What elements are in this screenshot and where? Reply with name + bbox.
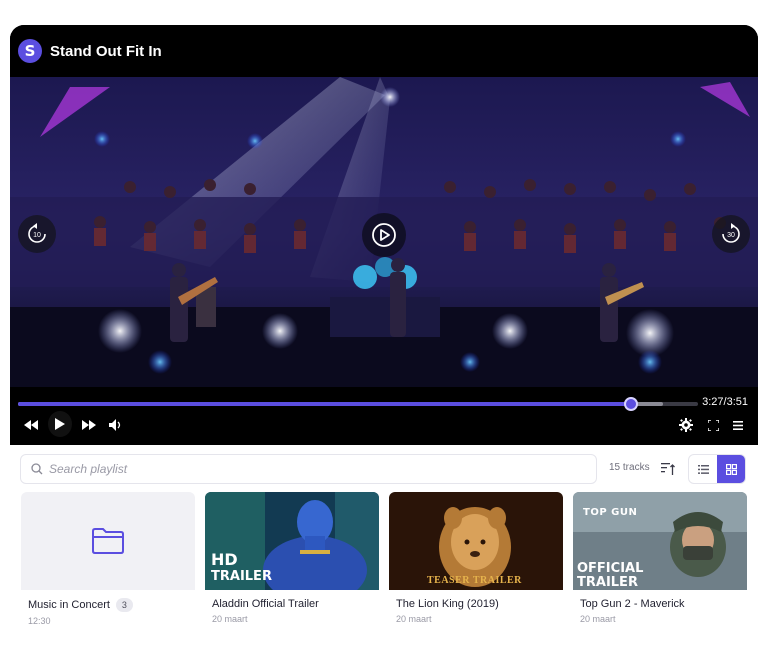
thumb-text-teaser: TEASER TRAILER <box>427 575 522 586</box>
rewind-button[interactable] <box>22 415 40 435</box>
video-thumbnail: TEASER TRAILER <box>389 492 563 590</box>
playlist-toolbar: 15 tracks <box>20 454 748 484</box>
thumb-text-official: OFFICIAL <box>577 561 644 576</box>
play-circle-icon <box>372 223 396 247</box>
video-player: S Stand Out Fit In 10 30 3:27/3:51 <box>10 25 758 445</box>
thumb-text-trailer: TRAILER <box>211 569 272 584</box>
skip-forward-30-button[interactable]: 30 <box>712 215 750 253</box>
card-subtitle: 12:30 <box>28 616 51 626</box>
app-logo: S <box>18 39 42 63</box>
playlist-card-lion-king[interactable]: TEASER TRAILER The Lion King (2019) 20 m… <box>389 492 563 624</box>
volume-icon <box>109 419 121 431</box>
progress-bar[interactable] <box>18 397 698 411</box>
skip-back-seconds: 10 <box>33 232 41 239</box>
progress-handle[interactable] <box>623 397 638 411</box>
play-button[interactable] <box>48 411 72 437</box>
fullscreen-button[interactable] <box>705 415 721 435</box>
player-controls: 3:27/3:51 <box>10 387 758 445</box>
card-subtitle: 20 maart <box>396 614 432 624</box>
skip-back-10-button[interactable]: 10 <box>18 215 56 253</box>
fast-forward-icon <box>82 420 96 430</box>
thumb-text-hd: HD <box>211 550 238 569</box>
search-input[interactable] <box>49 462 549 476</box>
fullscreen-icon <box>707 419 719 431</box>
menu-button[interactable] <box>730 415 746 435</box>
menu-icon <box>733 420 743 430</box>
search-icon <box>31 463 43 475</box>
rewind-10-icon: 10 <box>28 223 46 243</box>
playlist-card-aladdin[interactable]: HD TRAILER Aladdin Official Trailer 20 m… <box>205 492 379 624</box>
play-icon <box>55 418 65 430</box>
gear-icon <box>679 418 693 432</box>
playlist-title: Stand Out Fit In <box>50 42 162 60</box>
card-title: Aladdin Official Trailer <box>212 598 319 610</box>
playlist-card-folder[interactable]: Music in Concert 3 12:30 <box>21 492 195 626</box>
card-subtitle: 20 maart <box>580 614 616 624</box>
list-icon <box>697 464 709 474</box>
grid-view-button[interactable] <box>717 455 745 483</box>
card-title: Top Gun 2 - Maverick <box>580 598 685 610</box>
item-count-badge: 3 <box>115 598 133 612</box>
forward-30-icon: 30 <box>722 223 740 243</box>
video-frame[interactable]: 10 30 <box>10 77 758 387</box>
thumb-text-trailer: TRAILER <box>577 575 638 590</box>
card-subtitle: 20 maart <box>212 614 248 624</box>
playlist-card-top-gun[interactable]: TOP GUN OFFICIAL TRAILER Top Gun 2 - Mav… <box>573 492 747 624</box>
view-toggle <box>688 454 746 484</box>
thumb-text-top-gun: TOP GUN <box>583 507 638 518</box>
volume-button[interactable] <box>108 415 124 435</box>
sort-icon <box>661 463 675 475</box>
skip-forward-seconds: 30 <box>727 232 735 239</box>
time-display: 3:27/3:51 <box>702 396 748 408</box>
sort-button[interactable] <box>660 460 676 478</box>
card-title: Music in Concert <box>28 599 110 611</box>
list-view-button[interactable] <box>689 455 717 483</box>
fast-forward-button[interactable] <box>80 415 98 435</box>
player-header: S Stand Out Fit In <box>10 25 758 77</box>
playlist-grid: Music in Concert 3 12:30 HD TRAILER Alad… <box>21 492 747 632</box>
center-play-button[interactable] <box>362 213 406 257</box>
search-box[interactable] <box>20 454 597 484</box>
video-thumbnail: TOP GUN OFFICIAL TRAILER <box>573 492 747 590</box>
progress-fill <box>18 402 631 406</box>
rewind-icon <box>24 420 38 430</box>
card-title: The Lion King (2019) <box>396 598 499 610</box>
track-count: 15 tracks <box>609 462 650 473</box>
video-thumbnail: HD TRAILER <box>205 492 379 590</box>
settings-button[interactable] <box>677 415 695 435</box>
folder-icon <box>92 528 124 554</box>
grid-icon <box>725 463 737 475</box>
folder-thumbnail <box>21 492 195 590</box>
